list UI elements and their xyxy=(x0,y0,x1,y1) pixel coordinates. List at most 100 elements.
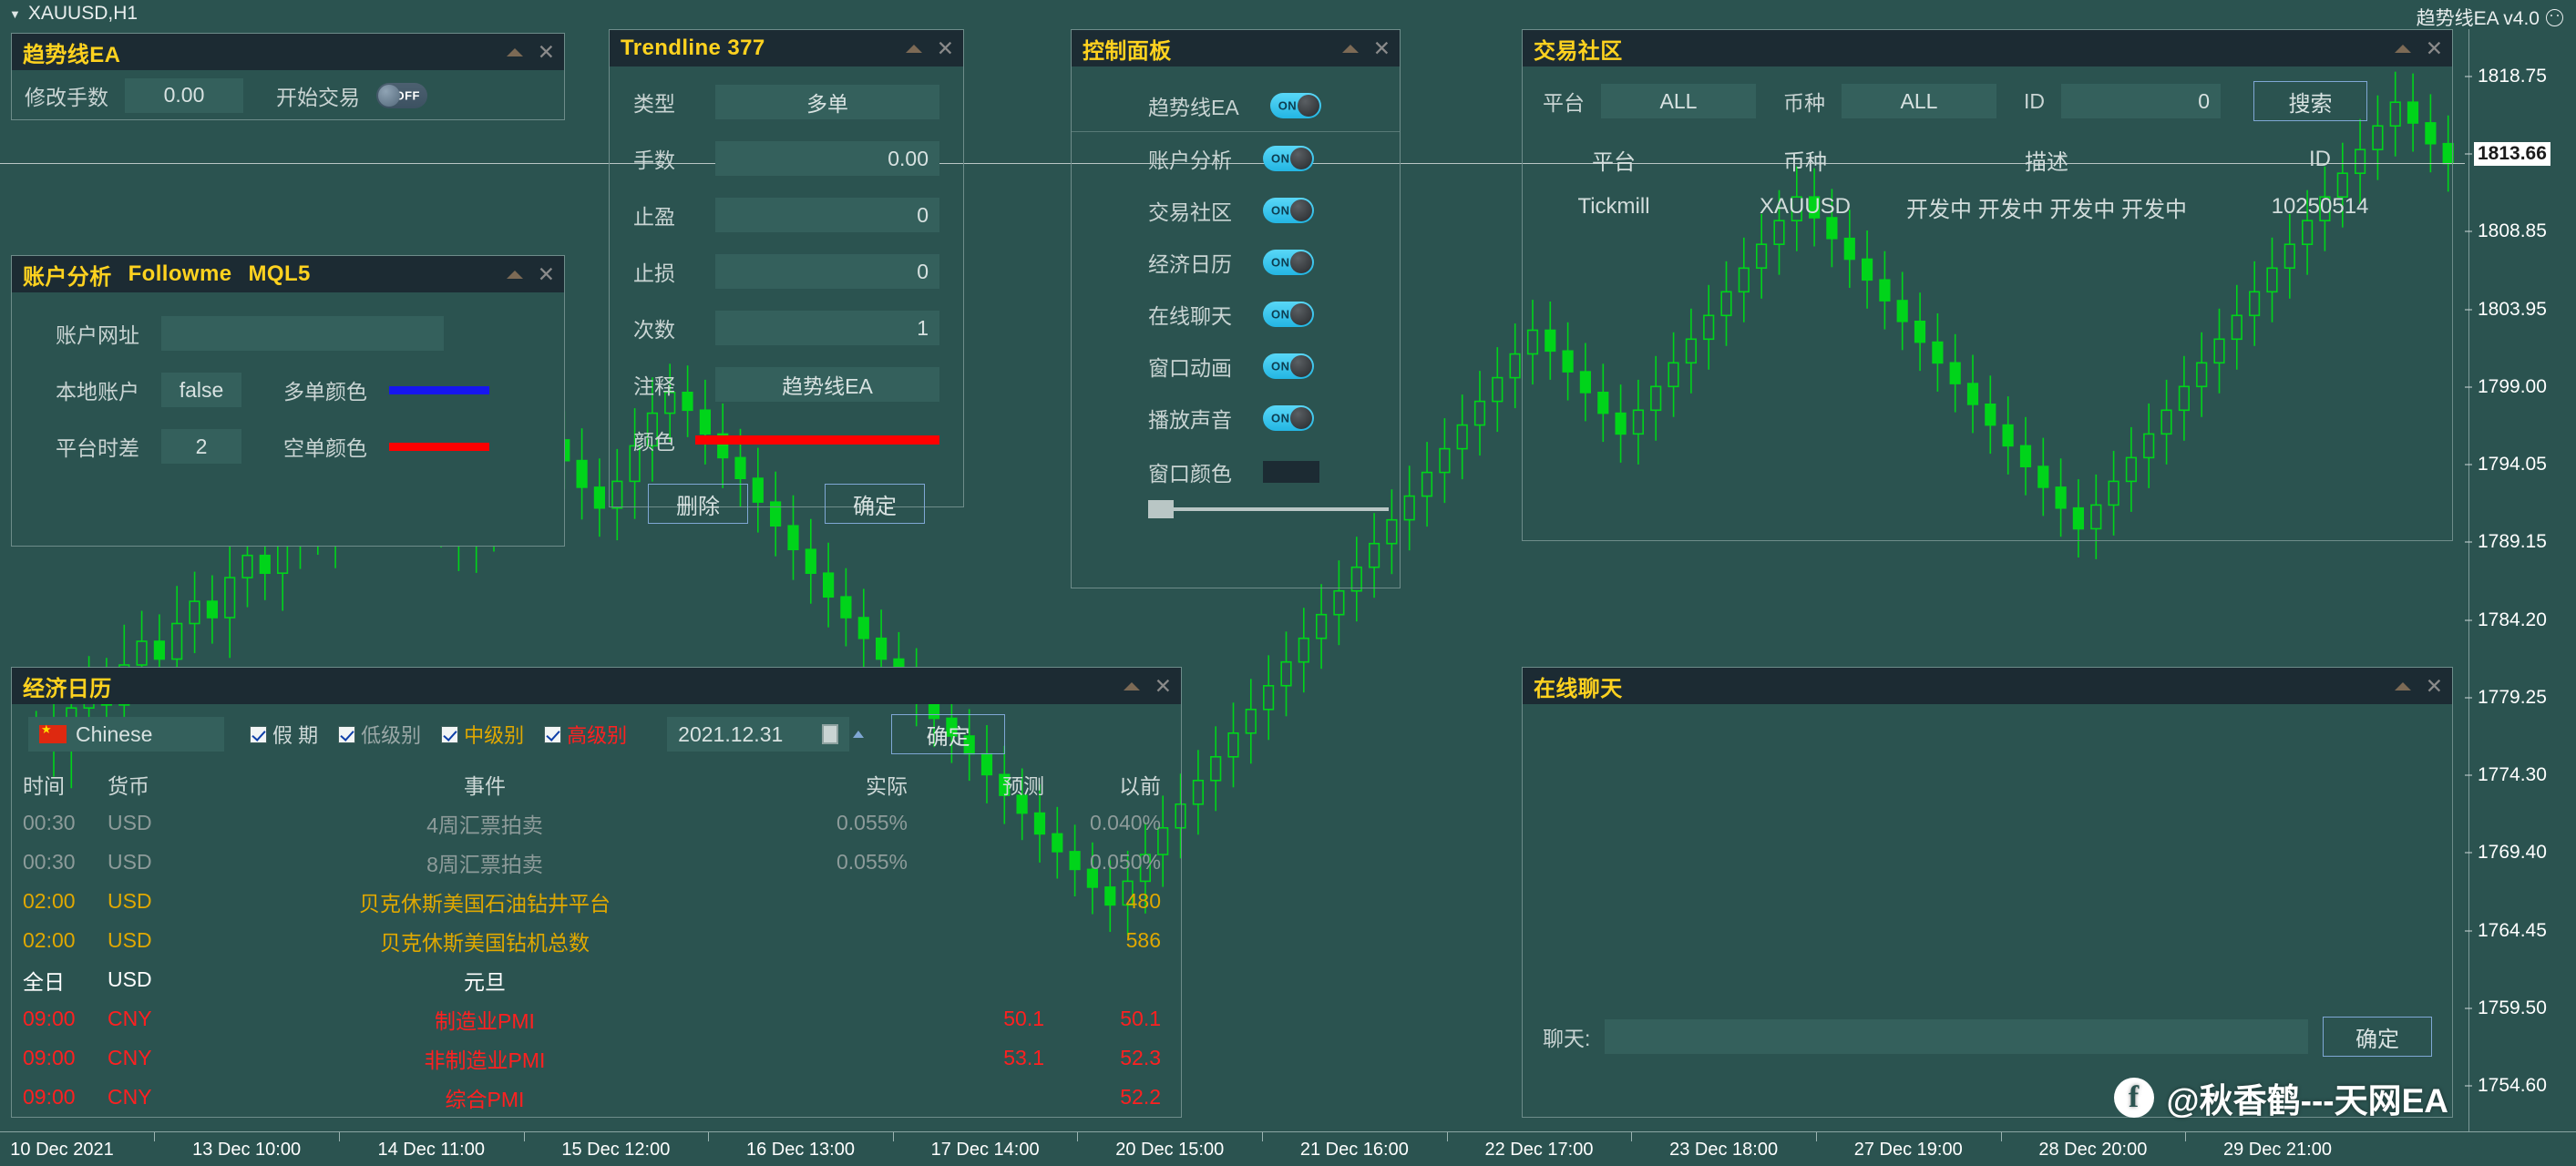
time-axis-separator xyxy=(892,1132,894,1141)
table-row[interactable]: 02:00 USD 贝克休斯美国石油钻井平台 480 xyxy=(12,882,1181,921)
control-toggle-3[interactable]: ON xyxy=(1263,249,1314,275)
control-toggle-0[interactable]: ON xyxy=(1269,92,1321,118)
chat-send-button[interactable]: 确定 xyxy=(2323,1017,2432,1057)
chevron-down-icon[interactable]: ▼ xyxy=(9,8,21,20)
calendar-filter-1[interactable]: 低级别 xyxy=(338,720,421,749)
close-icon[interactable]: ✕ xyxy=(937,37,954,59)
buy-color-swatch[interactable] xyxy=(389,385,489,394)
time-offset-input[interactable]: 2 xyxy=(161,429,241,464)
calendar-confirm-button[interactable]: 确定 xyxy=(891,714,1006,754)
toggle-knob xyxy=(1290,251,1312,273)
lot-size-input[interactable]: 0.00 xyxy=(125,77,243,113)
sell-color-swatch[interactable] xyxy=(389,442,489,451)
date-input[interactable]: 2021.12.31 xyxy=(667,717,850,752)
close-icon[interactable]: ✕ xyxy=(2426,37,2443,59)
trading-community-panel: 交易社区 ✕ 平台 ALL 币种 ALL ID 0 搜索 平台 币种 描述 ID Ti… xyxy=(1522,29,2453,541)
checkbox[interactable] xyxy=(441,725,459,743)
minimize-icon[interactable] xyxy=(2394,44,2411,53)
panel-title-bar[interactable]: 控制面板 ✕ xyxy=(1072,30,1400,66)
checkbox[interactable] xyxy=(544,725,562,743)
table-row[interactable]: 09:00 CNY 制造业PMI 50.1 50.1 xyxy=(12,999,1181,1038)
window-color-slider-thumb[interactable] xyxy=(1148,500,1174,518)
close-icon[interactable]: ✕ xyxy=(1373,37,1391,59)
local-account-input[interactable]: false xyxy=(161,373,241,407)
language-select[interactable]: Chinese xyxy=(28,717,224,752)
comment-input[interactable]: 趋势线EA xyxy=(715,367,939,402)
control-toggle-4[interactable]: ON xyxy=(1263,301,1314,327)
minimize-icon[interactable] xyxy=(2394,681,2411,690)
calendar-cell: USD xyxy=(108,967,152,991)
calendar-icon[interactable] xyxy=(822,724,839,744)
panel-title-bar[interactable]: Trendline 377 ✕ xyxy=(610,30,963,66)
confirm-button[interactable]: 确定 xyxy=(825,484,925,524)
community-cell: 开发中 开发中 开发中 开发中 xyxy=(1905,197,2187,222)
table-row[interactable]: 09:00 CNY 综合PMI 52.2 xyxy=(12,1078,1181,1117)
start-trade-toggle[interactable]: OFF xyxy=(376,82,427,108)
close-icon[interactable]: ✕ xyxy=(2426,675,2443,697)
delete-button[interactable]: 删除 xyxy=(648,484,748,524)
panel-title-bar[interactable]: 在线聊天 ✕ xyxy=(1523,668,2452,704)
tab-followme[interactable]: Followme xyxy=(128,261,232,287)
checkbox[interactable] xyxy=(338,725,356,743)
time-axis-separator xyxy=(2000,1132,2002,1141)
close-icon[interactable]: ✕ xyxy=(538,263,555,285)
take-profit-input[interactable]: 0 xyxy=(715,198,939,232)
chevron-up-icon[interactable] xyxy=(853,731,865,738)
control-toggle-1[interactable]: ON xyxy=(1263,145,1314,171)
panel-title-bar[interactable]: 经济日历 ✕ xyxy=(12,668,1181,704)
control-toggle-2[interactable]: ON xyxy=(1263,197,1314,223)
account-url-input[interactable] xyxy=(161,316,444,351)
window-color-slider-track[interactable] xyxy=(1174,507,1389,511)
calendar-cell: 全日 xyxy=(23,969,65,994)
table-row[interactable]: 00:30 USD 4周汇票拍卖 0.055% 0.040% xyxy=(12,803,1181,843)
minimize-icon[interactable] xyxy=(905,44,922,53)
panel-title-bar[interactable]: 交易社区 ✕ xyxy=(1523,30,2452,66)
calendar-cell: 50.1 xyxy=(1120,1007,1161,1030)
calendar-filter-3[interactable]: 高级别 xyxy=(544,720,627,749)
order-type-input[interactable]: 多单 xyxy=(715,85,939,119)
control-panel-row: 账户分析 ON xyxy=(1072,132,1400,184)
calendar-cell: USD xyxy=(108,928,152,952)
chat-message-list[interactable] xyxy=(1523,704,2452,1005)
calendar-column-header: 时间 xyxy=(23,773,65,798)
table-row[interactable]: 00:30 USD 8周汇票拍卖 0.055% 0.050% xyxy=(12,843,1181,882)
calendar-filter-2[interactable]: 中级别 xyxy=(441,720,524,749)
checkbox[interactable] xyxy=(250,725,267,743)
window-color-swatch[interactable] xyxy=(1263,461,1319,483)
time-axis[interactable]: 10 Dec 2021 13 Dec 10:00 14 Dec 11:00 15 De… xyxy=(0,1131,2576,1166)
table-row[interactable]: 02:00 USD 贝克休斯美国钻机总数 586 xyxy=(12,921,1181,960)
minimize-icon[interactable] xyxy=(1123,681,1140,690)
table-row[interactable]: 09:00 CNY 非制造业PMI 53.1 52.3 xyxy=(12,1038,1181,1078)
minimize-icon[interactable] xyxy=(506,47,523,56)
tab-mql5[interactable]: MQL5 xyxy=(248,261,310,287)
table-row[interactable]: Tickmill XAUUSD 开发中 开发中 开发中 开发中 10250514 xyxy=(1523,183,2452,230)
calendar-cell: 52.3 xyxy=(1120,1046,1161,1069)
toggle-state-label: ON xyxy=(1271,151,1290,165)
control-item-label: 交易社区 xyxy=(1148,199,1232,224)
price-tick-label: 1769.40 xyxy=(2478,842,2547,864)
panel-title-bar[interactable]: 趋势线EA ✕ xyxy=(12,34,564,70)
minimize-icon[interactable] xyxy=(1341,44,1359,53)
toggle-state-label: ON xyxy=(1278,98,1298,112)
price-axis[interactable]: 1818.75 1813.66 1808.85 1803.95 1799.00 1794.… xyxy=(2465,29,2576,1131)
chat-input[interactable] xyxy=(1605,1019,2308,1054)
table-row[interactable]: 全日 USD 元旦 xyxy=(12,960,1181,999)
panel-title-bar[interactable]: 账户分析 Followme MQL5 ✕ xyxy=(12,256,564,292)
control-toggle-5[interactable]: ON xyxy=(1263,353,1314,379)
repeat-count-input[interactable]: 1 xyxy=(715,311,939,345)
calendar-filter-label: 假 期 xyxy=(272,724,319,747)
lot-size-input[interactable]: 0.00 xyxy=(715,141,939,176)
stop-loss-input[interactable]: 0 xyxy=(715,254,939,289)
calendar-filter-0[interactable]: 假 期 xyxy=(250,720,318,749)
platform-filter-select[interactable]: ALL xyxy=(1601,84,1756,118)
symbol-filter-select[interactable]: ALL xyxy=(1842,84,1996,118)
search-button[interactable]: 搜索 xyxy=(2253,81,2367,121)
minimize-icon[interactable] xyxy=(506,270,523,279)
close-icon[interactable]: ✕ xyxy=(1155,675,1172,697)
buy-color-label: 多单颜色 xyxy=(283,380,367,404)
close-icon[interactable]: ✕ xyxy=(538,41,555,63)
toggle-state-label: ON xyxy=(1271,307,1290,321)
control-toggle-6[interactable]: ON xyxy=(1263,404,1314,431)
id-filter-input[interactable]: 0 xyxy=(2061,84,2221,118)
line-color-swatch[interactable] xyxy=(695,435,939,445)
